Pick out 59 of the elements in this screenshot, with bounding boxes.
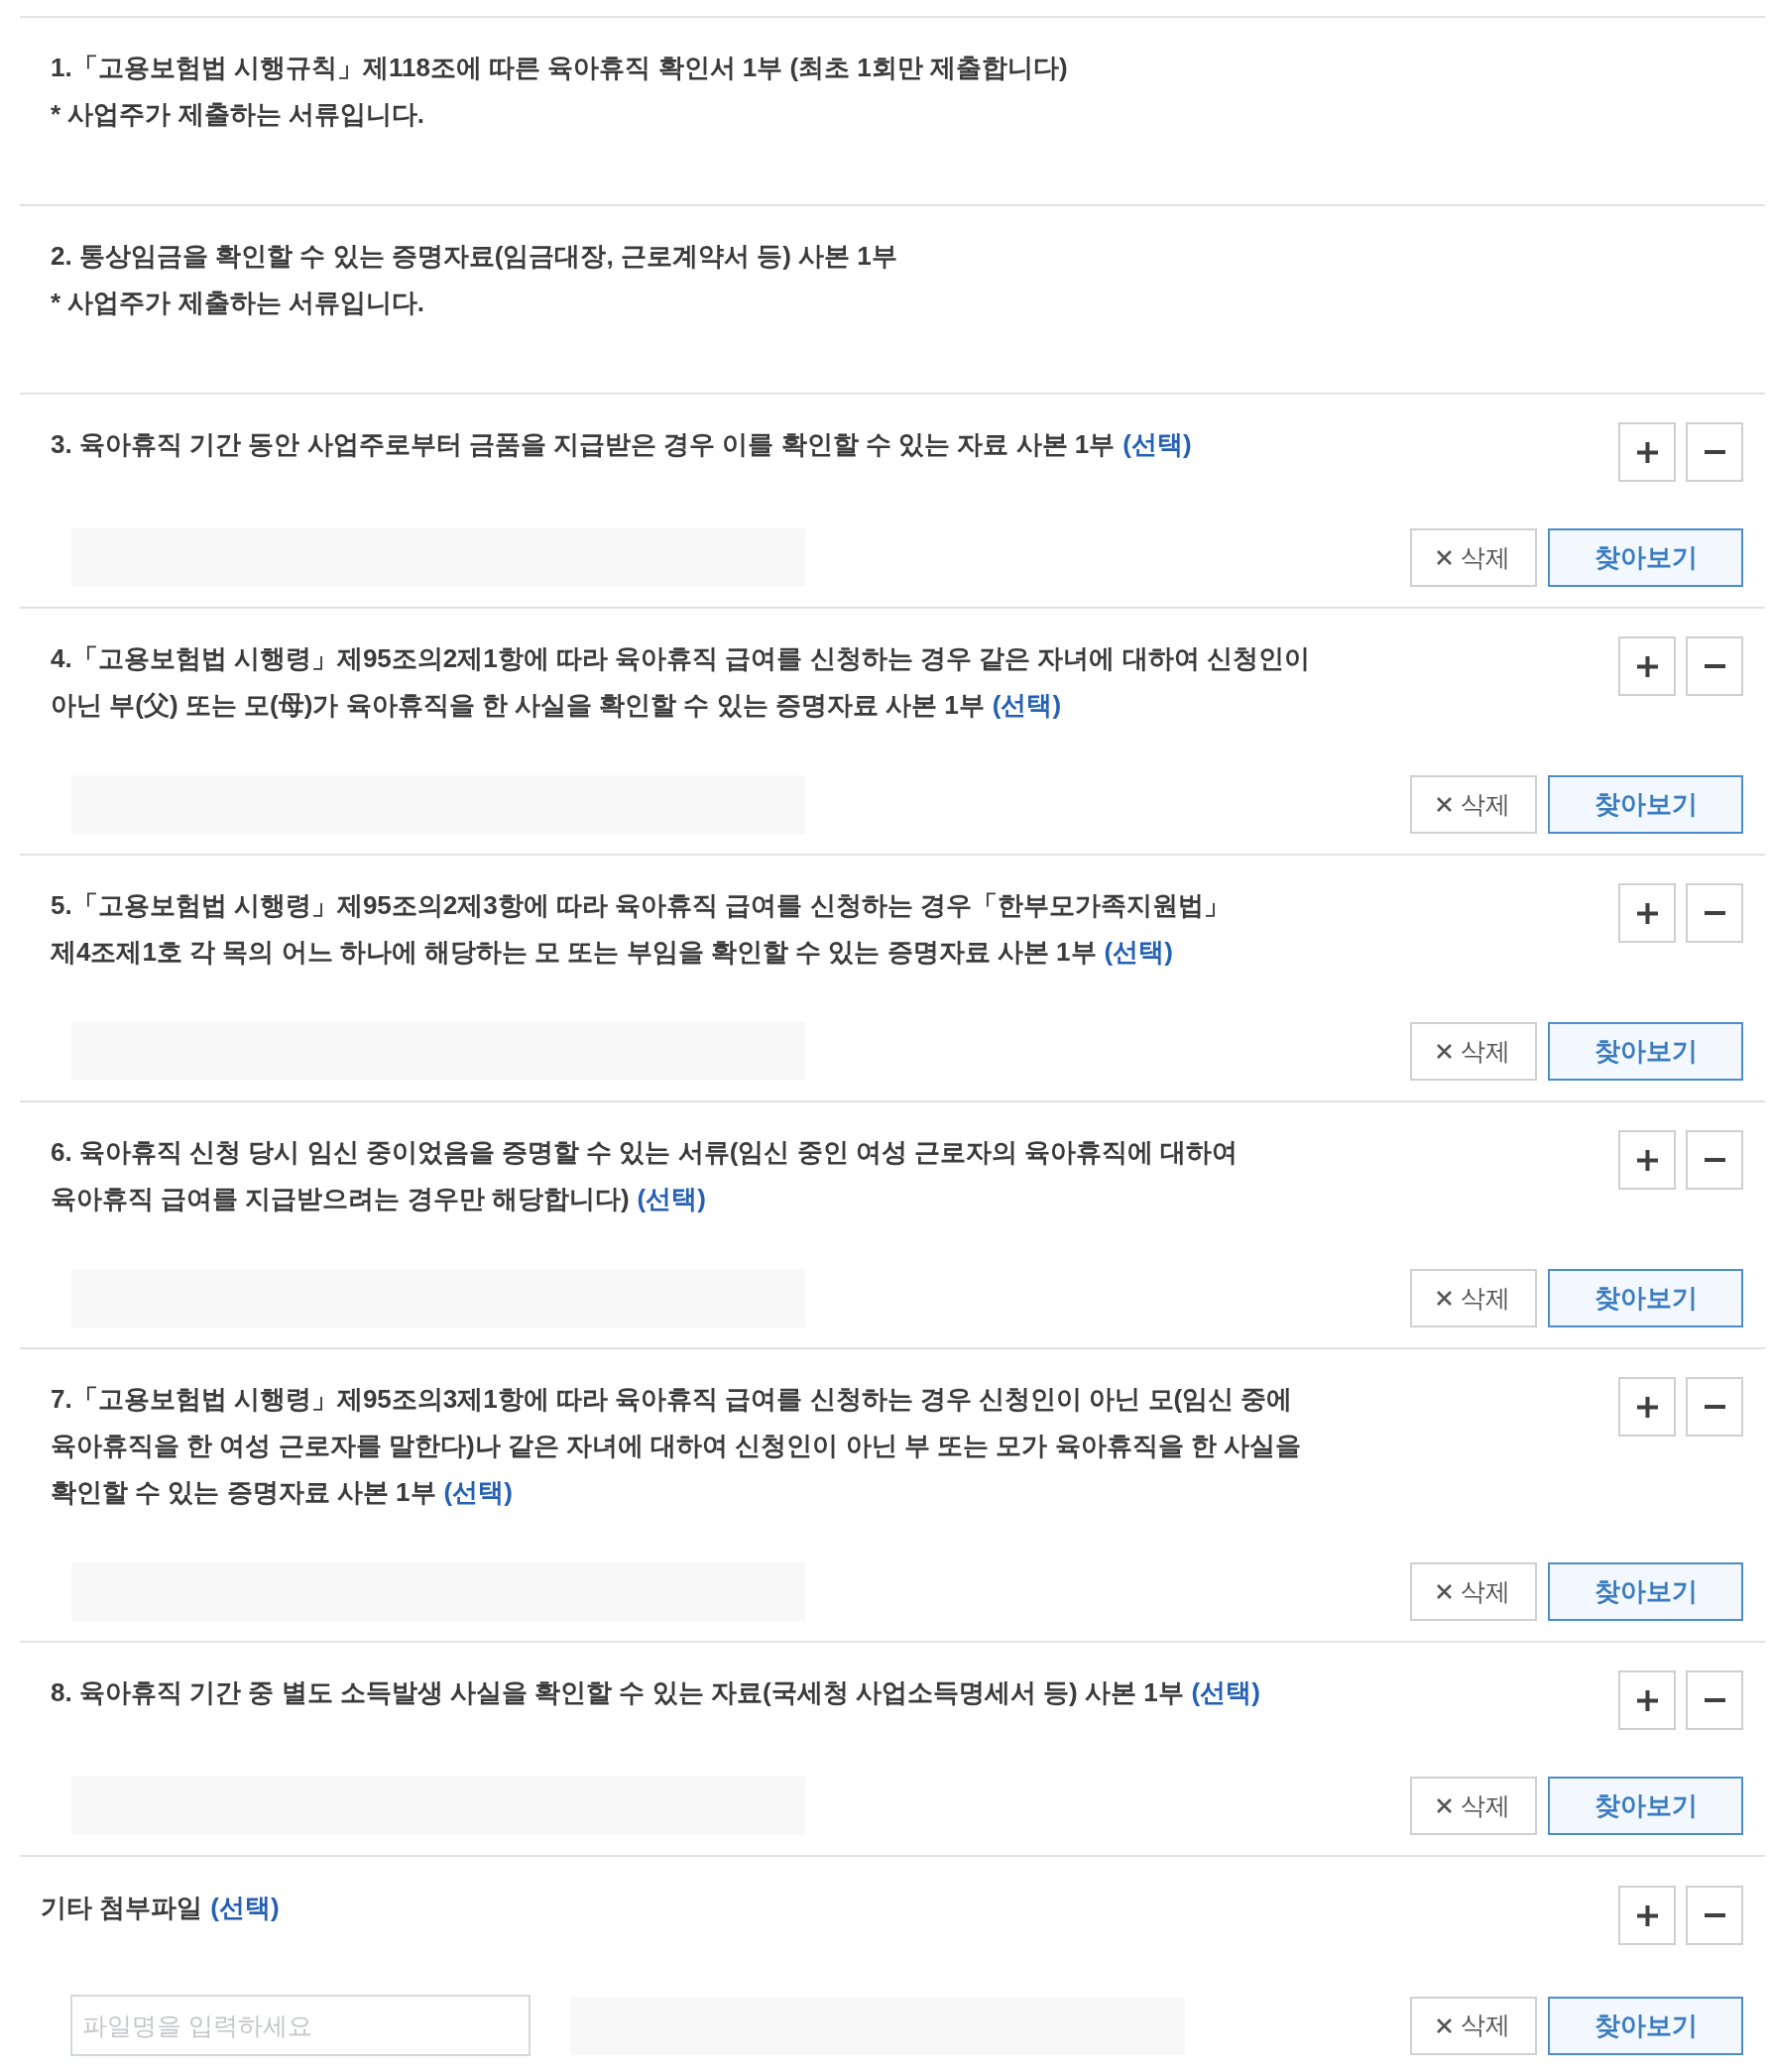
add-button[interactable] <box>1618 636 1676 696</box>
plus-icon <box>1636 655 1658 677</box>
delete-button[interactable]: 삭제 <box>1410 775 1537 834</box>
delete-button[interactable]: 삭제 <box>1410 1022 1537 1081</box>
delete-button[interactable]: 삭제 <box>1410 1777 1537 1835</box>
x-icon <box>1437 797 1452 812</box>
x-icon <box>1437 1044 1452 1059</box>
x-icon <box>1437 2017 1452 2033</box>
x-icon <box>1437 550 1452 565</box>
browse-button[interactable]: 찾아보기 <box>1548 528 1743 587</box>
delete-button[interactable]: 삭제 <box>1410 1269 1537 1327</box>
file-name-input[interactable]: 파일명을 입력하세요 <box>70 1995 531 2056</box>
browse-button[interactable]: 찾아보기 <box>1548 1022 1743 1081</box>
document-description: 1.「고용보험법 시행규칙」제118조에 따른 육아휴직 확인서 1부 (최초 1회만 제출합니다) * 사업주가 제출하는 서류입니다. <box>51 52 1069 131</box>
plus-icon <box>1636 441 1658 463</box>
add-button[interactable] <box>1618 1886 1676 1945</box>
document-description: 8. 육아휴직 기간 중 별도 소득발생 사실을 확인할 수 있는 자료(국세청 사업소득명세서 등) 사본 1부 (선택) <box>51 1676 1260 1709</box>
add-button[interactable] <box>1618 883 1676 943</box>
browse-button[interactable]: 찾아보기 <box>1548 1269 1743 1327</box>
delete-button[interactable]: 삭제 <box>1410 1996 1537 2055</box>
plus-icon <box>1636 1904 1658 1926</box>
remove-button[interactable] <box>1686 1130 1743 1190</box>
x-icon <box>1437 1291 1452 1306</box>
add-button[interactable] <box>1618 1377 1676 1437</box>
minus-icon <box>1704 450 1725 454</box>
remove-button[interactable] <box>1686 636 1743 696</box>
document-description: 6. 육아휴직 신청 당시 임신 중이었음을 증명할 수 있는 서류(임신 중인 여성 근로자의 육아휴직에 대하여 육아휴직 급여를 지급받으려는 경우만 해당합니다) (선택) <box>51 1136 1239 1215</box>
plus-icon <box>1636 1149 1658 1171</box>
minus-icon <box>1704 1158 1725 1162</box>
add-button[interactable] <box>1618 1130 1676 1190</box>
minus-icon <box>1704 911 1725 915</box>
minus-icon <box>1704 1913 1725 1917</box>
minus-icon <box>1704 664 1725 668</box>
remove-button[interactable] <box>1686 1670 1743 1730</box>
remove-button[interactable] <box>1686 1886 1743 1945</box>
browse-button[interactable]: 찾아보기 <box>1548 1562 1743 1621</box>
document-description: 7.「고용보험법 시행령」제95조의3제1항에 따라 육아휴직 급여를 신청하는 경우 신청인이 아닌 모(임신 중에 육아휴직을 한 여성 근로자를 말한다)나 같은 자녀에 대하여 신청인이 아닌 부 또는 모가 육아휴직을 한 사실을 확인할 수 있는 증명자료 사본 1부 (선택) <box>51 1383 1301 1509</box>
document-description: 4.「고용보험법 시행령」제95조의2제1항에 따라 육아휴직 급여를 신청하는 경우 같은 자녀에 대하여 신청인이 아닌 부(父) 또는 모(母)가 육아휴직을 한 사실을 확인할 수 있는 증명자료 사본 1부 (선택) <box>51 642 1310 722</box>
plus-icon <box>1636 1689 1658 1711</box>
browse-button[interactable]: 찾아보기 <box>1548 1777 1743 1835</box>
minus-icon <box>1704 1698 1725 1702</box>
document-description: 3. 육아휴직 기간 동안 사업주로부터 금품을 지급받은 경우 이를 확인할 수 있는 자료 사본 1부 (선택) <box>51 428 1192 461</box>
attachment-title: 기타 첨부파일 (선택) <box>41 1892 280 1924</box>
x-icon <box>1437 1584 1452 1599</box>
plus-icon <box>1636 902 1658 924</box>
plus-icon <box>1636 1396 1658 1418</box>
add-button[interactable] <box>1618 1670 1676 1730</box>
delete-button[interactable]: 삭제 <box>1410 528 1537 587</box>
remove-button[interactable] <box>1686 1377 1743 1437</box>
document-description: 2. 통상임금을 확인할 수 있는 증명자료(임금대장, 근로계약서 등) 사본 1부 * 사업주가 제출하는 서류입니다. <box>51 240 898 319</box>
remove-button[interactable] <box>1686 883 1743 943</box>
x-icon <box>1437 1798 1452 1813</box>
remove-button[interactable] <box>1686 422 1743 482</box>
add-button[interactable] <box>1618 422 1676 482</box>
document-description: 5.「고용보험법 시행령」제95조의2제3항에 따라 육아휴직 급여를 신청하는 경우「한부모가족지원법」 제4조제1호 각 목의 어느 하나에 해당하는 모 또는 부임을 확인할 수 있는 증명자료 사본 1부 (선택) <box>51 889 1230 969</box>
browse-button[interactable]: 찾아보기 <box>1548 1996 1743 2055</box>
browse-button[interactable]: 찾아보기 <box>1548 775 1743 834</box>
minus-icon <box>1704 1405 1725 1409</box>
delete-button[interactable]: 삭제 <box>1410 1562 1537 1621</box>
